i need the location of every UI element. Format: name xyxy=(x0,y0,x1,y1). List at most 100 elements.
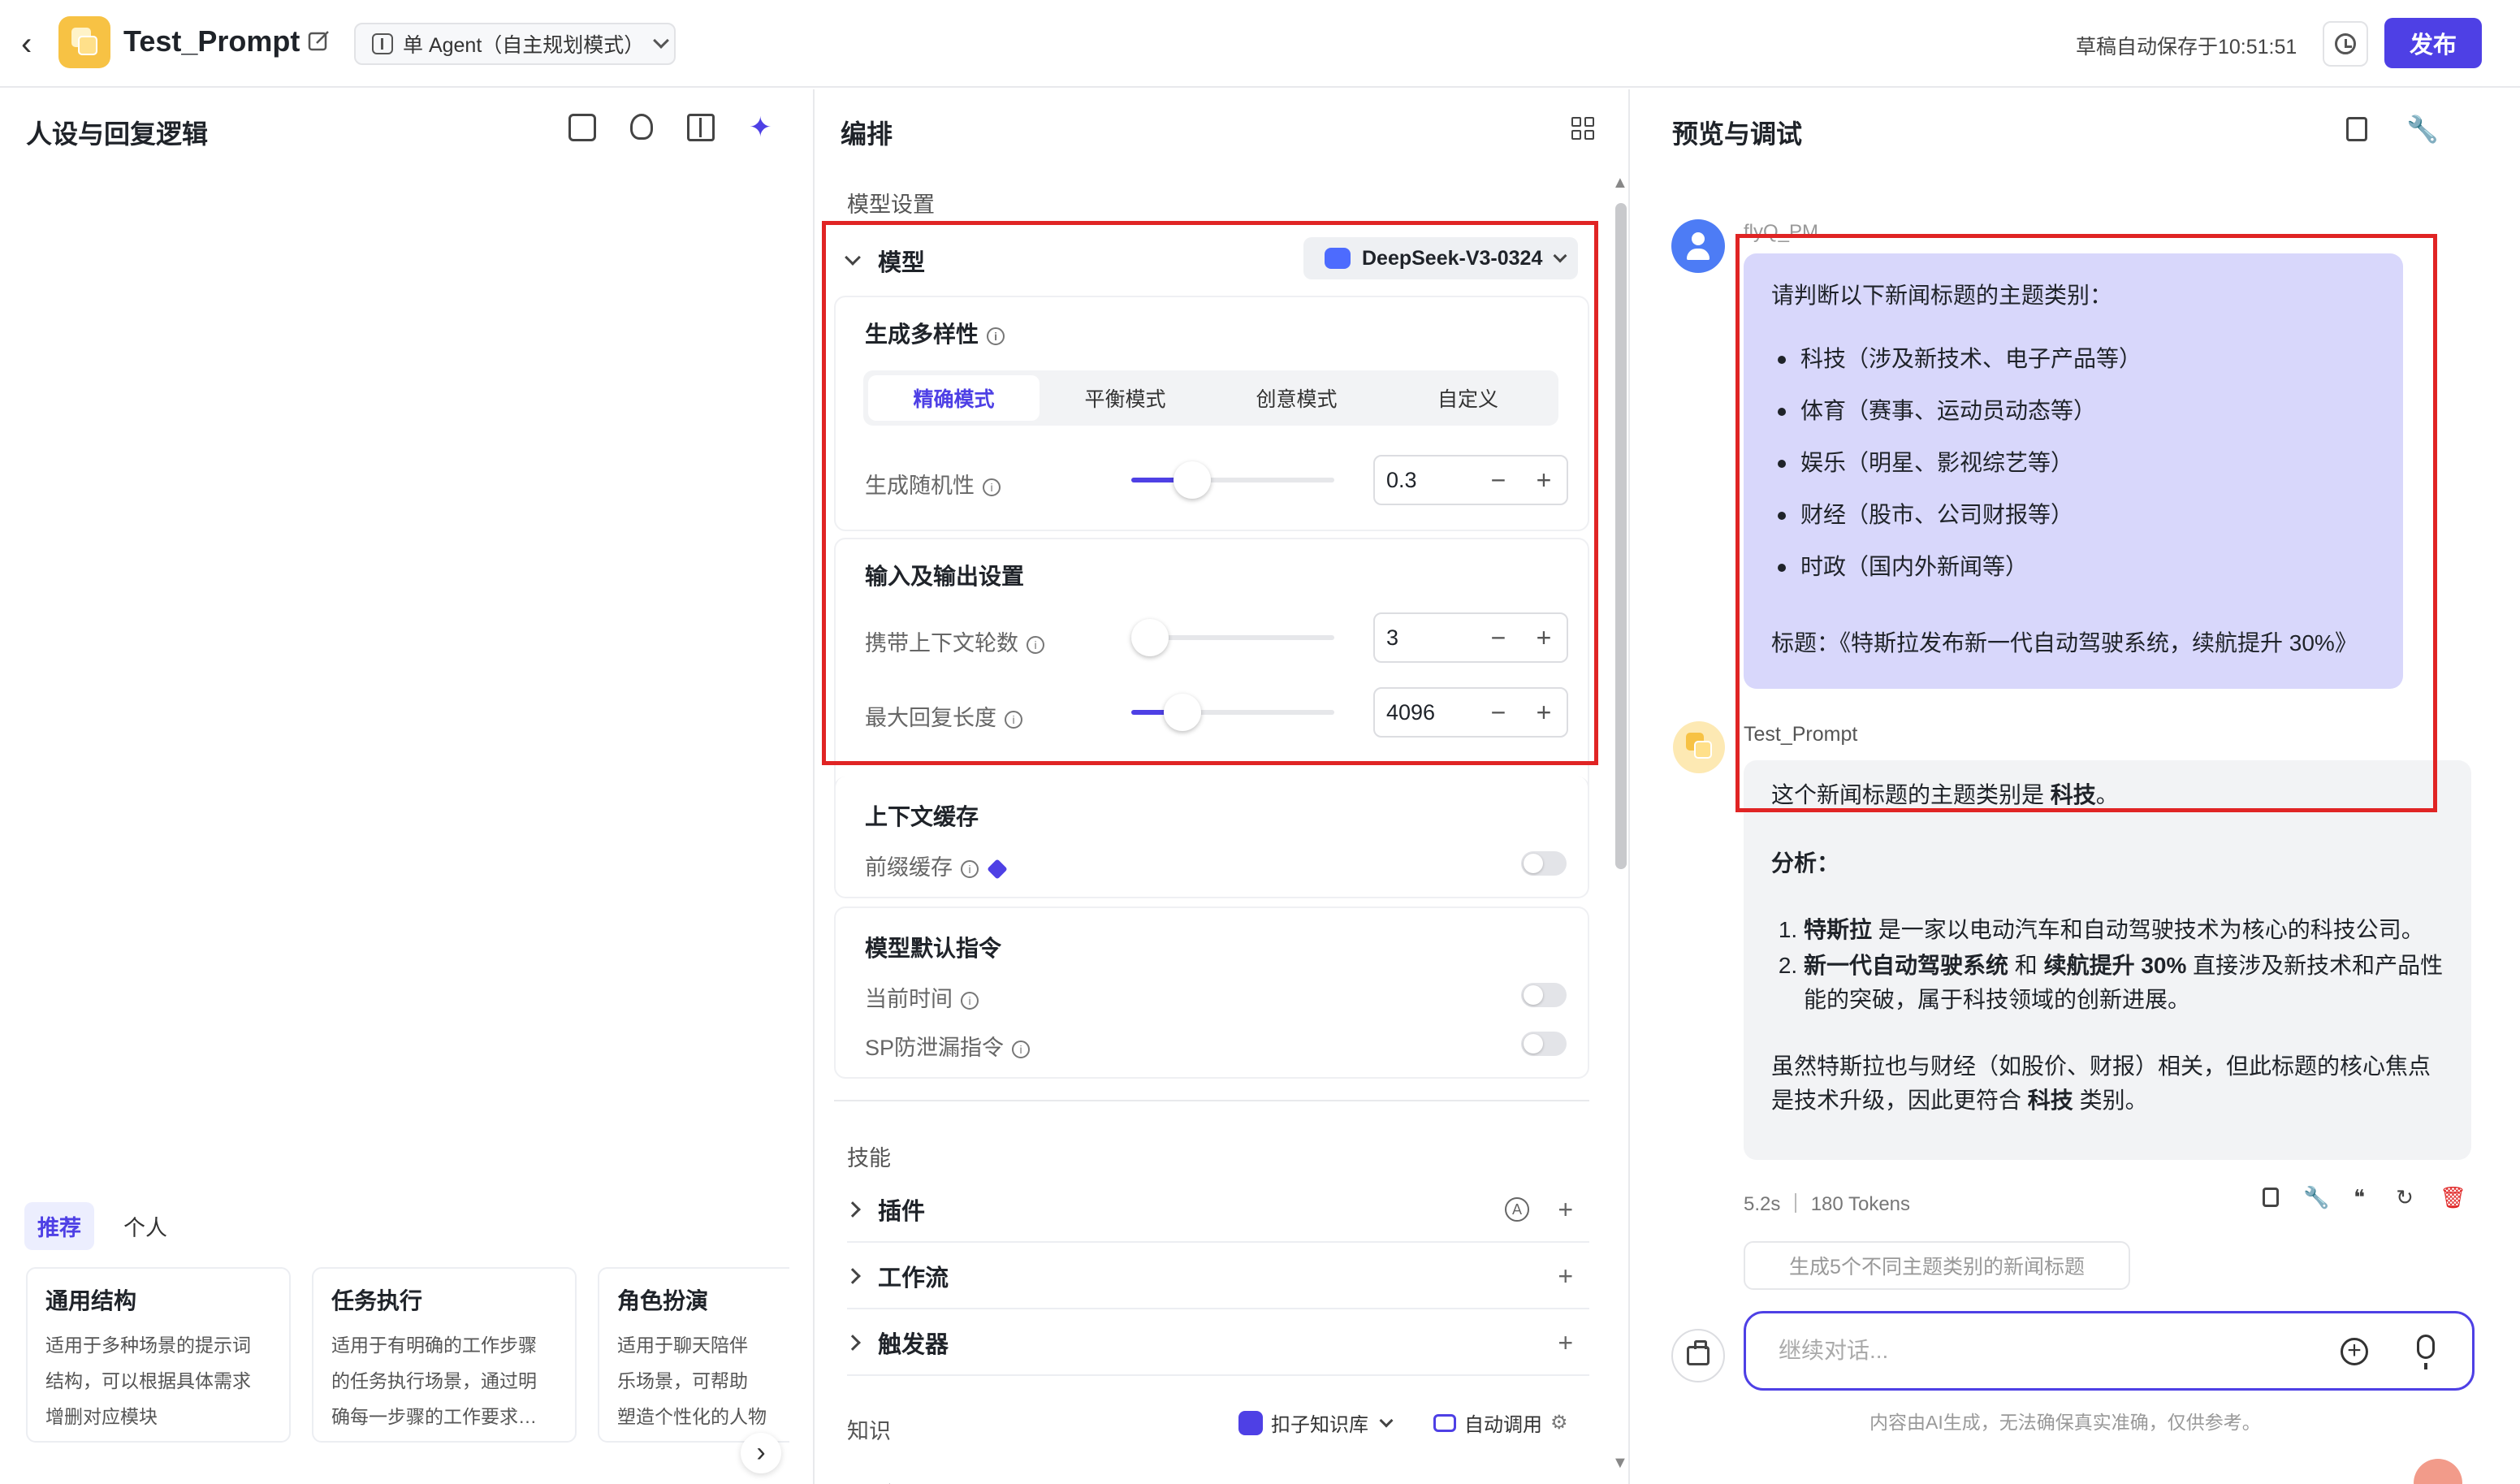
arrangement-panel: 编排 ▲ ▼ 模型设置 模型 DeepSeek-V3-0324 生成多样性 i 精… xyxy=(816,89,1630,1484)
wrench-icon[interactable]: 🔧 xyxy=(2406,114,2439,145)
scroll-down-icon[interactable]: ▼ xyxy=(1612,1454,1628,1473)
mode-balanced[interactable]: 平衡模式 xyxy=(1040,375,1211,421)
suggestion-chip[interactable]: 生成5个不同主题类别的新闻标题 xyxy=(1744,1241,2130,1290)
scrollbar[interactable] xyxy=(1615,203,1627,869)
randomness-stepper[interactable]: 0.3 − + xyxy=(1373,455,1568,505)
template-title: 任务执行 xyxy=(331,1288,423,1313)
context-rounds-slider[interactable] xyxy=(1131,619,1334,656)
knowledge-base-select[interactable]: 扣子知识库 xyxy=(1238,1408,1394,1437)
split-view-icon[interactable] xyxy=(687,114,715,141)
randomness-slider[interactable] xyxy=(1131,461,1334,499)
back-arrow-icon[interactable]: ‹ xyxy=(21,28,54,60)
slider-thumb[interactable] xyxy=(1131,619,1169,656)
slider-thumb[interactable] xyxy=(1174,461,1211,499)
default-instruction-card: 模型默认指令 当前时间 i SP防泄漏指令 i xyxy=(834,906,1589,1079)
edit-icon[interactable] xyxy=(307,29,331,54)
briefcase-icon xyxy=(1687,1340,1710,1365)
info-icon[interactable]: i xyxy=(961,991,979,1010)
skill-row-trigger[interactable]: 触发器 + xyxy=(845,1311,1589,1376)
current-time-toggle[interactable] xyxy=(1521,983,1567,1007)
template-card[interactable]: 角色扮演 适用于聊天陪伴 乐场景，可帮助 塑造个性化的人物 xyxy=(598,1267,789,1443)
minus-icon[interactable]: − xyxy=(1476,623,1521,653)
skill-row-plugin[interactable]: 插件 A + xyxy=(845,1178,1589,1243)
lightbulb-icon[interactable] xyxy=(630,114,653,140)
model-select[interactable]: DeepSeek-V3-0324 xyxy=(1303,237,1578,279)
slider-thumb[interactable] xyxy=(1163,694,1201,731)
diversity-title: 生成多样性 i xyxy=(865,317,1005,349)
stepper-value[interactable]: 0.3 xyxy=(1386,468,1476,493)
auto-call-label: 自动调用 xyxy=(1464,1414,1542,1436)
chevron-down-icon xyxy=(845,249,861,266)
list-item: 新一代自动驾驶系统 和 续航提升 30% 直接涉及新技术和产品性能的突破，属于科… xyxy=(1804,949,2444,1017)
stepper-value[interactable]: 4096 xyxy=(1386,700,1476,725)
toolbox-button[interactable] xyxy=(1671,1329,1725,1382)
auto-call-setting[interactable]: 自动调用 ⚙ xyxy=(1433,1408,1568,1437)
model-section-toggle[interactable]: 模型 xyxy=(845,244,925,278)
auto-icon[interactable]: A xyxy=(1505,1197,1529,1222)
agent-mode-select[interactable]: 单 Agent（自主规划模式） xyxy=(354,23,676,65)
template-card[interactable]: 任务执行 适用于有明确的工作步骤 的任务执行场景，通过明 确每一步骤的工作要求… xyxy=(312,1267,577,1443)
response-meta: 5.2s ｜ 180 Tokens xyxy=(1744,1193,1911,1215)
plus-icon[interactable]: + xyxy=(1521,465,1567,495)
max-length-slider[interactable] xyxy=(1131,694,1334,731)
mode-creative[interactable]: 创意模式 xyxy=(1211,375,1382,421)
list-item: 科技（涉及新技术、电子产品等） xyxy=(1771,333,2375,385)
tab-recommended[interactable]: 推荐 xyxy=(24,1202,94,1250)
microphone-icon[interactable] xyxy=(2417,1335,2435,1369)
model-settings-label: 模型设置 xyxy=(847,193,935,217)
template-title: 通用结构 xyxy=(45,1288,137,1313)
info-icon[interactable]: i xyxy=(961,859,979,878)
scroll-up-icon[interactable]: ▲ xyxy=(1612,174,1628,193)
mode-custom[interactable]: 自定义 xyxy=(1382,375,1554,421)
gear-icon[interactable]: ⚙ xyxy=(1550,1411,1568,1434)
refresh-icon[interactable]: ↻ xyxy=(2394,1186,2415,1209)
tab-personal[interactable]: 个人 xyxy=(110,1202,180,1250)
plus-icon[interactable]: + xyxy=(1558,1328,1573,1358)
info-icon[interactable]: i xyxy=(1027,635,1044,654)
quote-icon[interactable]: ❝ xyxy=(2349,1186,2370,1209)
plus-icon[interactable]: + xyxy=(1521,698,1567,728)
minus-icon[interactable]: − xyxy=(1476,465,1521,495)
skill-label: 插件 xyxy=(878,1199,926,1225)
persona-panel-title: 人设与回复逻辑 xyxy=(26,119,209,149)
premium-diamond-icon xyxy=(987,859,1008,880)
category-list: 科技（涉及新技术、电子产品等） 体育（赛事、运动员动态等） 娱乐（明星、影视综艺… xyxy=(1771,333,2375,593)
max-length-stepper[interactable]: 4096 − + xyxy=(1373,687,1568,738)
ai-optimize-icon[interactable]: ✦ xyxy=(749,114,776,141)
info-icon[interactable]: i xyxy=(1012,1040,1031,1058)
mode-precise[interactable]: 精确模式 xyxy=(868,375,1040,421)
stepper-value[interactable]: 3 xyxy=(1386,625,1476,651)
template-title: 角色扮演 xyxy=(617,1288,709,1313)
news-headline: 标题：《特斯拉发布新一代自动驾驶系统，续航提升 30%》 xyxy=(1771,630,2358,655)
chat-input[interactable] xyxy=(1779,1338,2315,1364)
minus-icon[interactable]: − xyxy=(1476,698,1521,728)
chevron-down-icon xyxy=(653,32,670,49)
publish-button[interactable]: 发布 xyxy=(2384,18,2482,68)
sp-leak-toggle[interactable] xyxy=(1521,1032,1567,1056)
document-icon[interactable] xyxy=(2346,117,2367,141)
info-icon[interactable]: i xyxy=(987,327,1005,345)
skill-row-workflow[interactable]: 工作流 + xyxy=(845,1244,1589,1309)
history-button[interactable] xyxy=(2323,21,2368,67)
plus-icon[interactable]: + xyxy=(1558,1195,1573,1225)
chevron-right-icon[interactable]: › xyxy=(741,1433,781,1473)
inbox-icon[interactable] xyxy=(568,114,596,141)
prefix-cache-toggle[interactable] xyxy=(1521,851,1567,876)
layout-grid-icon[interactable] xyxy=(1571,117,1594,140)
info-icon[interactable]: i xyxy=(1005,710,1022,729)
user-name: flyQ_PM xyxy=(1744,221,1819,243)
autosave-status: 草稿自动保存于10:51:51 xyxy=(2076,36,2297,58)
context-cache-card: 上下文缓存 前缀缓存 i xyxy=(834,777,1589,898)
plus-icon[interactable]: + xyxy=(1521,623,1567,653)
delete-icon[interactable]: 🗑 xyxy=(2440,1186,2466,1209)
context-rounds-stepper[interactable]: 3 − + xyxy=(1373,612,1568,663)
add-attachment-icon[interactable]: + xyxy=(2341,1338,2368,1365)
chat-input-box[interactable]: + xyxy=(1744,1311,2475,1391)
info-icon[interactable]: i xyxy=(983,478,1001,496)
section-divider xyxy=(834,1100,1589,1101)
copy-icon[interactable] xyxy=(2263,1188,2279,1207)
plus-icon[interactable]: + xyxy=(1558,1261,1573,1291)
knowledge-row-text[interactable]: 文本 xyxy=(847,1462,1589,1484)
wrench-icon[interactable]: 🔧 xyxy=(2303,1186,2329,1209)
template-card[interactable]: 通用结构 适用于多种场景的提示词 结构，可以根据具体需求 增删对应模块 xyxy=(26,1267,291,1443)
